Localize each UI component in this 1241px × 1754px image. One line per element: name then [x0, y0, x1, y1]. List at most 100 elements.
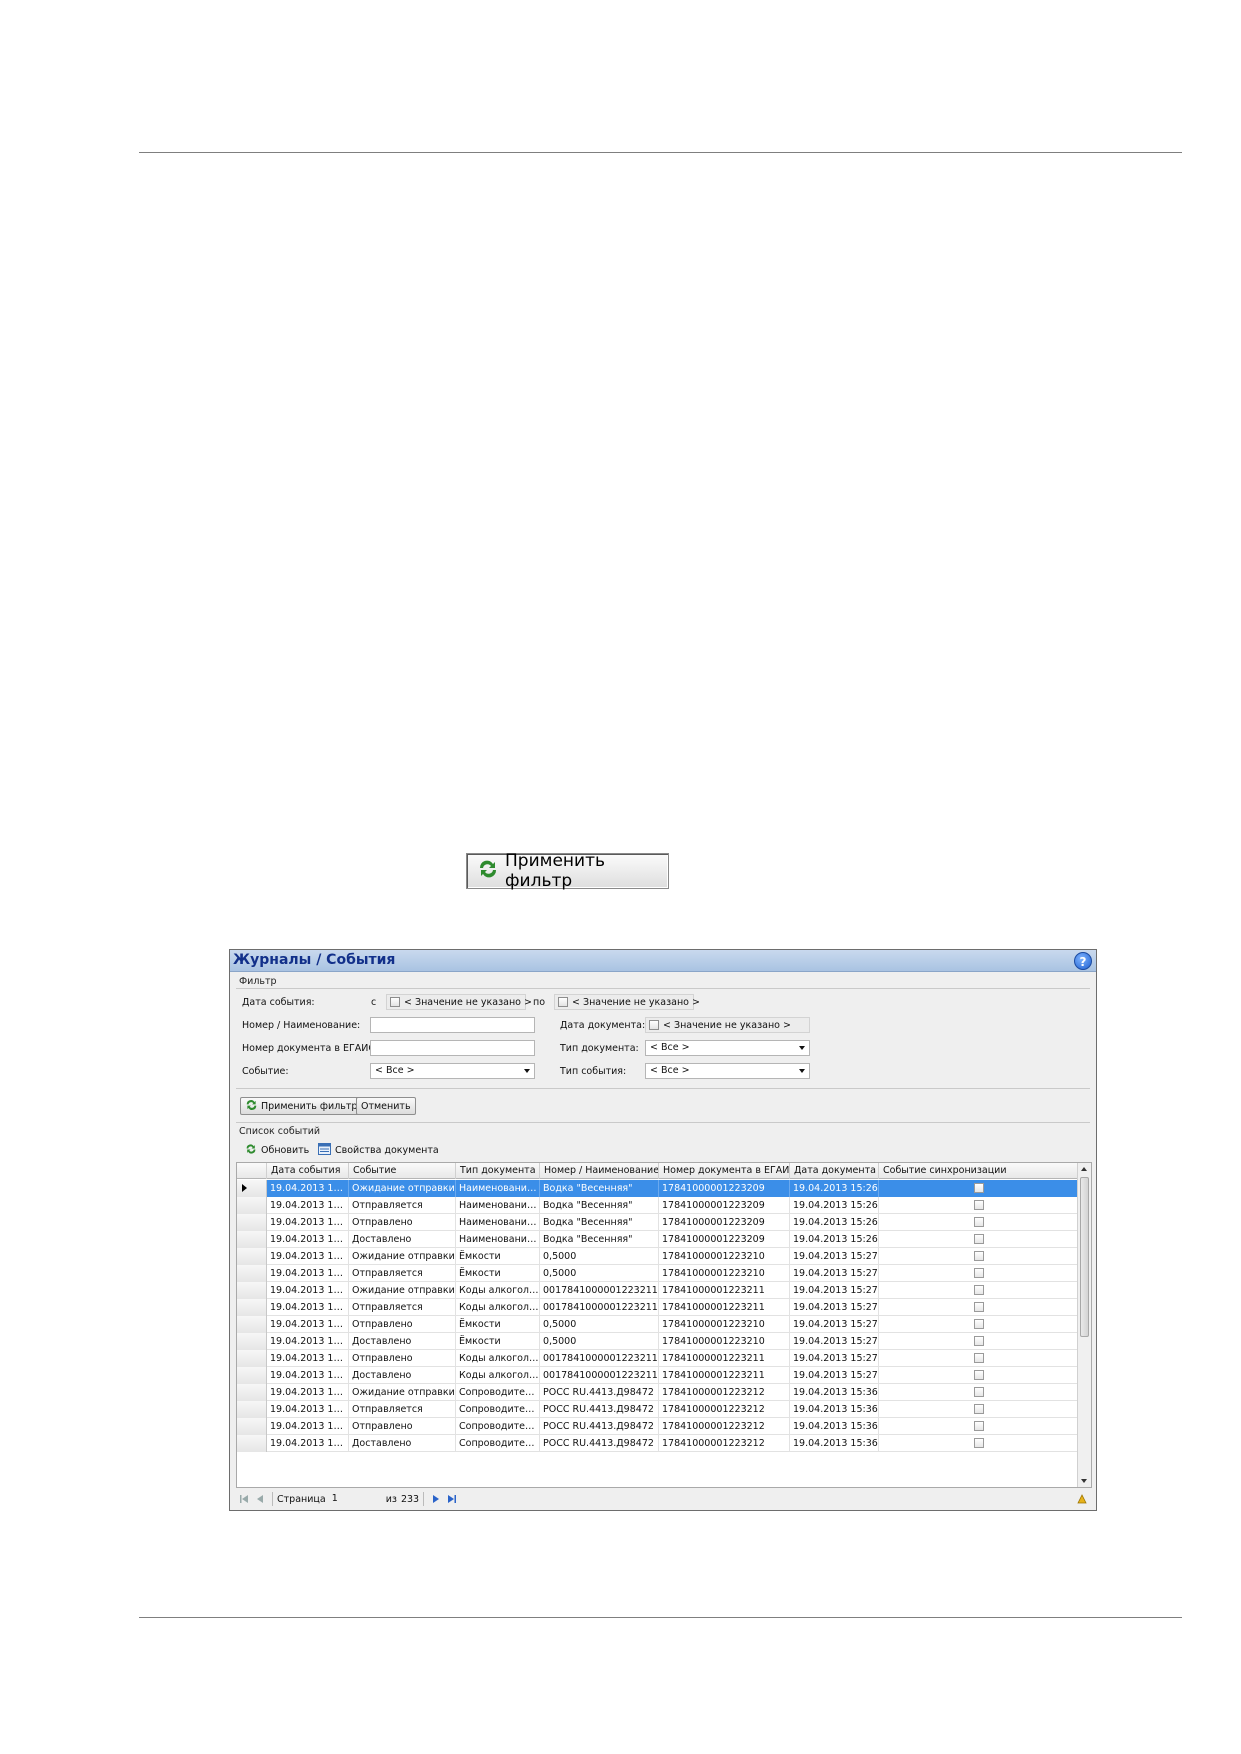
- table-cell: Сопроводительн...: [456, 1401, 540, 1418]
- table-row[interactable]: 19.04.2013 15:27 Отправлено Ёмкости 0,5000 1…: [237, 1316, 1079, 1333]
- table-row[interactable]: 19.04.2013 15:27 Доставлено Коды алкогольн…: [237, 1367, 1079, 1384]
- table-row[interactable]: 19.04.2013 15:36 Отправляется Сопроводител…: [237, 1401, 1079, 1418]
- row-indicator[interactable]: [237, 1180, 267, 1197]
- table-cell: Сопроводительн...: [456, 1435, 540, 1452]
- row-indicator[interactable]: [237, 1401, 267, 1418]
- row-indicator[interactable]: [237, 1214, 267, 1231]
- column-header-doc-type[interactable]: Тип документа: [456, 1163, 540, 1179]
- row-indicator[interactable]: [237, 1282, 267, 1299]
- column-header-egais-number[interactable]: Номер документа в ЕГАИС: [659, 1163, 790, 1179]
- row-indicator[interactable]: [237, 1333, 267, 1350]
- table-cell: 17841000001223210: [659, 1248, 790, 1265]
- sync-event-checkbox[interactable]: [974, 1251, 984, 1261]
- sync-event-cell: [879, 1435, 1079, 1452]
- number-name-input[interactable]: [370, 1017, 535, 1033]
- table-row[interactable]: 19.04.2013 15:26ОтправленоНаименования а…: [237, 1214, 1079, 1231]
- column-header-number-name[interactable]: Номер / Наименование: [540, 1163, 659, 1179]
- table-cell: Коды алкогольн...: [456, 1350, 540, 1367]
- table-cell: 0,5000: [540, 1248, 659, 1265]
- table-row[interactable]: 19.04.2013 15:27 Отправлено Коды алкогольн…: [237, 1350, 1079, 1367]
- prev-page-icon[interactable]: [254, 1493, 266, 1505]
- table-cell: 19.04.2013 15:27: [267, 1316, 349, 1333]
- vertical-scrollbar[interactable]: [1077, 1163, 1091, 1487]
- sync-event-cell: [879, 1231, 1079, 1248]
- table-row[interactable]: 19.04.2013 15:26 Ожидание отправки Наимено…: [237, 1180, 1079, 1197]
- table-row[interactable]: 19.04.2013 15:27 Отправляется Ёмкости 0,500…: [237, 1265, 1079, 1282]
- sync-event-checkbox[interactable]: [974, 1319, 984, 1329]
- row-indicator[interactable]: [237, 1350, 267, 1367]
- apply-filter-button-large[interactable]: Применить фильтр: [466, 851, 669, 891]
- sync-event-checkbox[interactable]: [974, 1200, 984, 1210]
- row-indicator[interactable]: [237, 1316, 267, 1333]
- table-row[interactable]: 19.04.2013 15:27 Ожидание отправки Ёмкости…: [237, 1248, 1079, 1265]
- table-row[interactable]: 19.04.2013 15:27 Отправляется Коды алкогол…: [237, 1299, 1079, 1316]
- help-icon[interactable]: ?: [1074, 952, 1092, 970]
- last-page-icon[interactable]: [446, 1493, 458, 1505]
- sync-event-checkbox[interactable]: [974, 1421, 984, 1431]
- cancel-button[interactable]: Отменить: [356, 1097, 416, 1115]
- doc-type-select[interactable]: < Все >: [645, 1040, 810, 1056]
- first-page-icon[interactable]: [238, 1493, 250, 1505]
- table-cell: Отправлено: [349, 1316, 456, 1333]
- row-indicator[interactable]: [237, 1197, 267, 1214]
- table-cell: РОСС RU.4413.Д98472: [540, 1435, 659, 1452]
- table-cell: Коды алкогольн...: [456, 1367, 540, 1384]
- column-header-doc-date[interactable]: Дата документа: [790, 1163, 879, 1179]
- sync-event-checkbox[interactable]: [974, 1217, 984, 1227]
- sync-event-checkbox[interactable]: [974, 1285, 984, 1295]
- sync-event-checkbox[interactable]: [974, 1404, 984, 1414]
- sync-event-checkbox[interactable]: [974, 1370, 984, 1380]
- row-indicator[interactable]: [237, 1384, 267, 1401]
- event-date-from-field[interactable]: < Значение не указано >: [386, 994, 532, 1010]
- sync-event-checkbox[interactable]: [974, 1438, 984, 1448]
- table-row[interactable]: 19.04.2013 15:26ДоставленоНаименования а…: [237, 1231, 1079, 1248]
- table-row[interactable]: 19.04.2013 15:36ДоставленоСопроводительн…: [237, 1435, 1079, 1452]
- event-select[interactable]: < Все >: [370, 1063, 535, 1079]
- apply-filter-button[interactable]: Применить фильтр: [240, 1097, 363, 1115]
- event-date-from-checkbox[interactable]: [390, 997, 400, 1007]
- table-row[interactable]: 19.04.2013 15:27 Ожидание отправки Коды ал…: [237, 1282, 1079, 1299]
- sync-event-checkbox[interactable]: [974, 1183, 984, 1193]
- scroll-up-icon[interactable]: [1081, 1167, 1087, 1171]
- table-cell: 17841000001223210: [659, 1333, 790, 1350]
- doc-date-checkbox[interactable]: [649, 1020, 659, 1030]
- row-indicator[interactable]: [237, 1231, 267, 1248]
- refresh-button[interactable]: Обновить: [245, 1143, 309, 1158]
- sync-event-checkbox[interactable]: [974, 1268, 984, 1278]
- next-page-icon[interactable]: [430, 1493, 442, 1505]
- table-cell: Ёмкости: [456, 1316, 540, 1333]
- doc-date-field[interactable]: < Значение не указано >: [645, 1017, 810, 1033]
- row-indicator[interactable]: [237, 1367, 267, 1384]
- sync-event-checkbox[interactable]: [974, 1302, 984, 1312]
- column-header-sync-event[interactable]: Событие синхронизации: [879, 1163, 1079, 1179]
- row-indicator[interactable]: [237, 1265, 267, 1282]
- column-header-event[interactable]: Событие: [349, 1163, 456, 1179]
- sync-event-checkbox[interactable]: [974, 1336, 984, 1346]
- row-indicator[interactable]: [237, 1248, 267, 1265]
- page-input[interactable]: 1: [330, 1492, 382, 1506]
- sync-event-cell: [879, 1384, 1079, 1401]
- table-row[interactable]: 19.04.2013 15:36ОтправленоСопроводительн…: [237, 1418, 1079, 1435]
- refresh-status-icon[interactable]: [1076, 1493, 1088, 1505]
- scroll-thumb[interactable]: [1080, 1177, 1089, 1337]
- scroll-down-icon[interactable]: [1081, 1479, 1087, 1483]
- column-header-event-date[interactable]: Дата события: [267, 1163, 349, 1179]
- table-row[interactable]: 19.04.2013 15:36 Ожидание отправки Сопрово…: [237, 1384, 1079, 1401]
- sync-event-checkbox[interactable]: [974, 1234, 984, 1244]
- event-date-to-checkbox[interactable]: [558, 997, 568, 1007]
- sync-event-cell: [879, 1316, 1079, 1333]
- document-properties-button[interactable]: Свойства документа: [318, 1143, 439, 1158]
- event-date-to-field[interactable]: < Значение не указано >: [554, 994, 700, 1010]
- sync-event-checkbox[interactable]: [974, 1353, 984, 1363]
- event-type-select[interactable]: < Все >: [645, 1063, 810, 1079]
- table-cell: Ожидание отправки: [349, 1384, 456, 1401]
- table-row[interactable]: 19.04.2013 15:26 Отправляется Наименования…: [237, 1197, 1079, 1214]
- row-indicator[interactable]: [237, 1418, 267, 1435]
- events-section-label: Список событий: [239, 1126, 321, 1137]
- table-row[interactable]: 19.04.2013 15:27 Доставлено Ёмкости 0,5000 1…: [237, 1333, 1079, 1350]
- egais-number-input[interactable]: [370, 1040, 535, 1056]
- row-indicator[interactable]: [237, 1435, 267, 1452]
- sync-event-checkbox[interactable]: [974, 1387, 984, 1397]
- row-indicator[interactable]: [237, 1299, 267, 1316]
- table-cell: 19.04.2013 15:27: [790, 1299, 879, 1316]
